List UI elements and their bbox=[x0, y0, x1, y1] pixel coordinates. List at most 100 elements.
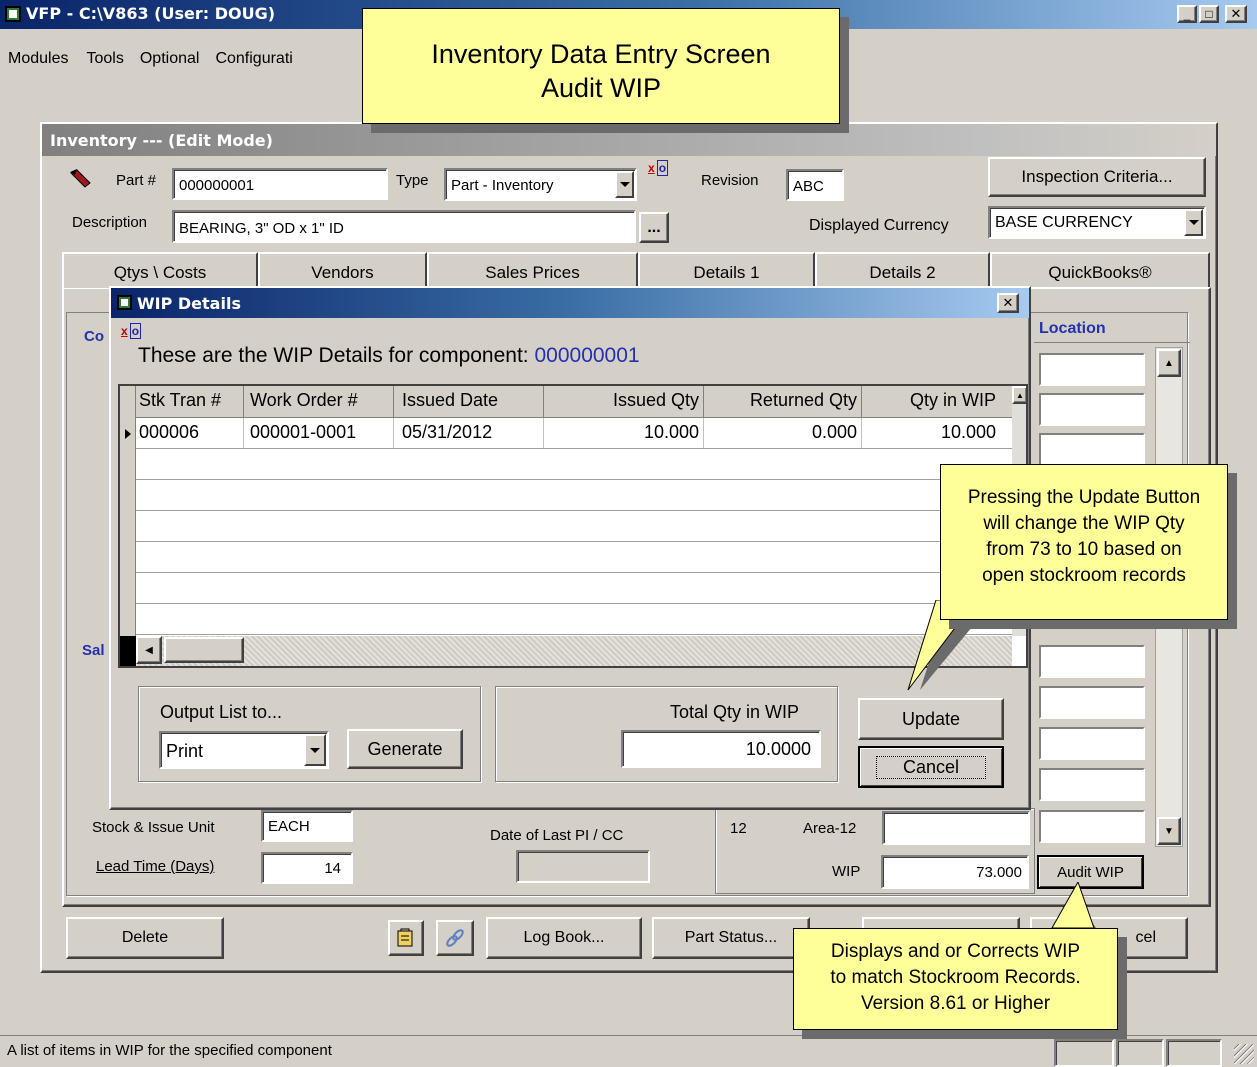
cell-stk-tran: 000006 bbox=[136, 418, 244, 448]
tab-details-2[interactable]: Details 2 bbox=[815, 252, 990, 288]
generate-button[interactable]: Generate bbox=[347, 729, 463, 769]
lead-time-field[interactable]: 14 bbox=[261, 852, 353, 884]
table-row bbox=[136, 480, 1012, 511]
currency-label: Displayed Currency bbox=[809, 217, 949, 234]
table-row[interactable]: 000006 000001-0001 05/31/2012 10.000 0.0… bbox=[136, 418, 1012, 449]
type-select[interactable]: Part - Inventory bbox=[444, 168, 637, 201]
inspection-criteria-button[interactable]: Inspection Criteria... bbox=[988, 157, 1206, 197]
hscroll-thumb[interactable] bbox=[164, 637, 244, 663]
minimize-button[interactable]: _ bbox=[1177, 5, 1197, 23]
location-field[interactable] bbox=[1039, 353, 1145, 386]
cell-issued-qty: 10.000 bbox=[544, 418, 704, 448]
part-number-field[interactable]: 000000001 bbox=[172, 168, 388, 200]
output-select[interactable]: Print bbox=[159, 731, 329, 769]
delete-button[interactable]: Delete bbox=[66, 917, 224, 959]
col-returned-qty[interactable]: Returned Qty bbox=[704, 386, 862, 417]
location-field[interactable] bbox=[1039, 686, 1145, 719]
col-issued-date[interactable]: Issued Date bbox=[394, 386, 544, 417]
wip-titlebar: WIP Details ✕ bbox=[111, 288, 1029, 318]
audit-callout-line: Version 8.61 or Higher bbox=[860, 993, 1051, 1014]
revision-field[interactable]: ABC bbox=[786, 169, 844, 201]
wip-grid[interactable]: Stk Tran # Work Order # Issued Date Issu… bbox=[118, 384, 1028, 668]
menu-tools[interactable]: Tools bbox=[78, 50, 131, 74]
part-label: Part # bbox=[116, 172, 157, 189]
tab-label: Vendors bbox=[311, 263, 374, 282]
log-book-button[interactable]: Log Book... bbox=[486, 917, 642, 959]
area-field[interactable] bbox=[882, 811, 1030, 845]
wip-close-icon[interactable]: ✕ bbox=[997, 293, 1019, 313]
table-row bbox=[136, 573, 1012, 604]
tab-qtys-costs[interactable]: Qtys \ Costs bbox=[62, 252, 258, 288]
scroll-down-icon[interactable]: ▼ bbox=[1157, 817, 1181, 845]
grid-hscroll[interactable]: ◀ bbox=[136, 636, 1012, 666]
menu-optional[interactable]: Optional bbox=[132, 50, 208, 74]
col-issued-qty[interactable]: Issued Qty bbox=[544, 386, 704, 417]
last-pi-label: Date of Last PI / CC bbox=[490, 827, 624, 844]
delete-label: Delete bbox=[121, 929, 169, 946]
tab-sales-prices[interactable]: Sales Prices bbox=[427, 252, 638, 288]
location-field[interactable] bbox=[1039, 433, 1145, 466]
part-status-button[interactable]: Part Status... bbox=[652, 917, 810, 959]
chevron-down-icon[interactable] bbox=[1184, 209, 1203, 236]
wip-title: WIP Details bbox=[137, 294, 241, 313]
chevron-down-icon[interactable] bbox=[615, 171, 634, 198]
wip-component: 000000001 bbox=[534, 344, 640, 367]
output-value: Print bbox=[166, 741, 204, 761]
wip-label: WIP bbox=[832, 863, 861, 880]
tab-label: Details 1 bbox=[693, 263, 760, 282]
table-row bbox=[136, 511, 1012, 542]
total-label: Total Qty in WIP bbox=[670, 702, 800, 722]
currency-select[interactable]: BASE CURRENCY bbox=[988, 206, 1206, 239]
chevron-down-icon[interactable] bbox=[304, 734, 326, 766]
close-button[interactable]: ✕ bbox=[1225, 5, 1247, 23]
lead-time-value: 14 bbox=[324, 860, 341, 877]
stock-unit-field[interactable]: EACH bbox=[261, 810, 353, 842]
location-field[interactable] bbox=[1039, 645, 1145, 678]
update-callout-line: open stockroom records bbox=[982, 565, 1186, 586]
description-field[interactable]: BEARING, 3" OD x 1" ID bbox=[172, 210, 636, 243]
scroll-left-icon[interactable]: ◀ bbox=[136, 636, 162, 664]
stock-unit-label: Stock & Issue Unit bbox=[92, 819, 215, 836]
tab-quickbooks[interactable]: QuickBooks® bbox=[990, 252, 1210, 288]
status-panel bbox=[1054, 1039, 1114, 1067]
app-title: VFP - C:\V863 (User: DOUG) bbox=[26, 4, 276, 23]
audit-wip-label: Audit WIP bbox=[1057, 863, 1124, 881]
title-callout-line2: Audit WIP bbox=[540, 73, 662, 103]
wip-field[interactable]: 73.000 bbox=[881, 855, 1029, 889]
tab-label: QuickBooks® bbox=[1048, 263, 1152, 282]
lead-time-text: Lead Time (Days) bbox=[96, 858, 215, 875]
maximize-button[interactable]: □ bbox=[1199, 5, 1219, 23]
table-row bbox=[136, 604, 1012, 635]
tab-details-1[interactable]: Details 1 bbox=[638, 252, 815, 288]
total-field[interactable]: 10.0000 bbox=[621, 730, 821, 768]
part-status-label: Part Status... bbox=[684, 929, 778, 946]
menu-modules[interactable]: Modules bbox=[0, 50, 78, 74]
description-ellipsis-button[interactable]: ... bbox=[639, 212, 669, 243]
col-work-order[interactable]: Work Order # bbox=[244, 386, 394, 417]
resize-grip-icon[interactable] bbox=[1234, 1044, 1254, 1064]
menu-configuration[interactable]: Configurati bbox=[207, 50, 300, 74]
location-field[interactable] bbox=[1039, 768, 1145, 801]
lead-time-label[interactable]: Lead Time (Days) bbox=[96, 858, 214, 875]
notes-icon[interactable] bbox=[388, 920, 424, 956]
wip-cancel-button[interactable]: Cancel bbox=[858, 746, 1004, 788]
type-value: Part - Inventory bbox=[451, 177, 554, 194]
tab-vendors[interactable]: Vendors bbox=[258, 252, 427, 288]
xo-icon[interactable]: xo bbox=[121, 323, 159, 340]
wip-dialog: WIP Details ✕ xo These are the WIP Detai… bbox=[109, 286, 1031, 810]
output-label: Output List to... bbox=[160, 702, 283, 722]
update-label: Update bbox=[901, 708, 961, 729]
xo-icon[interactable]: xo bbox=[648, 160, 686, 177]
location-field[interactable] bbox=[1039, 810, 1145, 843]
location-field[interactable] bbox=[1039, 393, 1145, 426]
link-icon[interactable] bbox=[436, 920, 474, 956]
type-label: Type bbox=[396, 172, 429, 189]
col-qty-in-wip[interactable]: Qty in WIP bbox=[862, 386, 1002, 417]
update-callout-line: Pressing the Update Button bbox=[967, 487, 1201, 508]
col-stk-tran[interactable]: Stk Tran # bbox=[136, 386, 244, 417]
location-field[interactable] bbox=[1039, 727, 1145, 760]
scroll-up-icon[interactable]: ▲ bbox=[1012, 386, 1026, 404]
scroll-up-icon[interactable]: ▲ bbox=[1157, 349, 1181, 377]
grid-row-selector bbox=[120, 386, 136, 666]
audit-callout-line: Displays and or Corrects WIP bbox=[830, 941, 1081, 962]
